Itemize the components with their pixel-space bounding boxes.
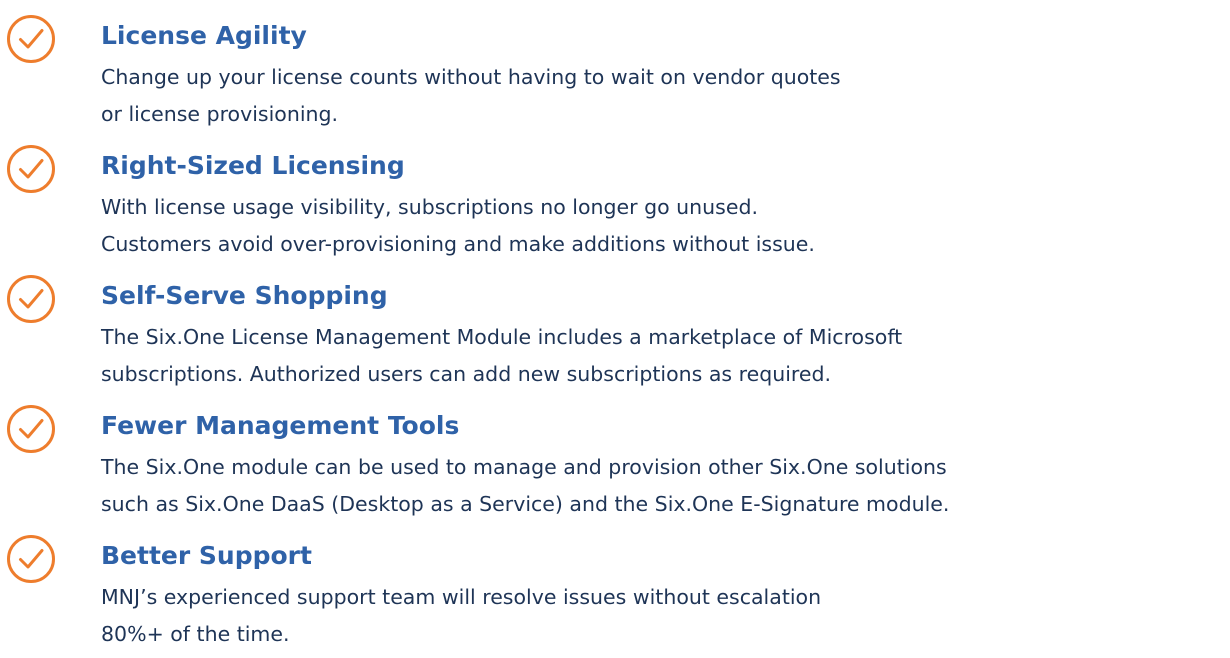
check-circle-icon (6, 144, 56, 194)
feature-item-right-sized-licensing: Right-Sized Licensing With license usage… (0, 130, 1230, 260)
feature-description: With license usage visibility, subscript… (101, 189, 1221, 263)
feature-title: Better Support (101, 541, 312, 570)
feature-list: License Agility Change up your license c… (0, 0, 1230, 658)
feature-description: MNJ’s experienced support team will reso… (101, 579, 1221, 653)
feature-item-self-serve-shopping: Self-Serve Shopping The Six.One License … (0, 260, 1230, 390)
description-line: Customers avoid over-provisioning and ma… (101, 232, 815, 256)
description-line: The Six.One License Management Module in… (101, 325, 903, 349)
feature-title: Self-Serve Shopping (101, 281, 388, 310)
feature-title: Right-Sized Licensing (101, 151, 405, 180)
description-line: subscriptions. Authorized users can add … (101, 362, 832, 386)
description-line: 80%+ of the time. (101, 622, 290, 646)
description-line: or license provisioning. (101, 102, 339, 126)
feature-item-license-agility: License Agility Change up your license c… (0, 0, 1230, 130)
feature-item-fewer-management-tools: Fewer Management Tools The Six.One modul… (0, 390, 1230, 520)
check-circle-icon (6, 404, 56, 454)
description-line: such as Six.One DaaS (Desktop as a Servi… (101, 492, 950, 516)
feature-item-better-support: Better Support MNJ’s experienced support… (0, 520, 1230, 650)
feature-title: License Agility (101, 21, 307, 50)
description-line: Change up your license counts without ha… (101, 65, 841, 89)
description-line: The Six.One module can be used to manage… (101, 455, 947, 479)
feature-title: Fewer Management Tools (101, 411, 460, 440)
feature-description: The Six.One License Management Module in… (101, 319, 1221, 393)
description-line: MNJ’s experienced support team will reso… (101, 585, 822, 609)
feature-description: The Six.One module can be used to manage… (101, 449, 1221, 523)
check-circle-icon (6, 534, 56, 584)
feature-description: Change up your license counts without ha… (101, 59, 1221, 133)
description-line: With license usage visibility, subscript… (101, 195, 758, 219)
check-circle-icon (6, 274, 56, 324)
check-circle-icon (6, 14, 56, 64)
